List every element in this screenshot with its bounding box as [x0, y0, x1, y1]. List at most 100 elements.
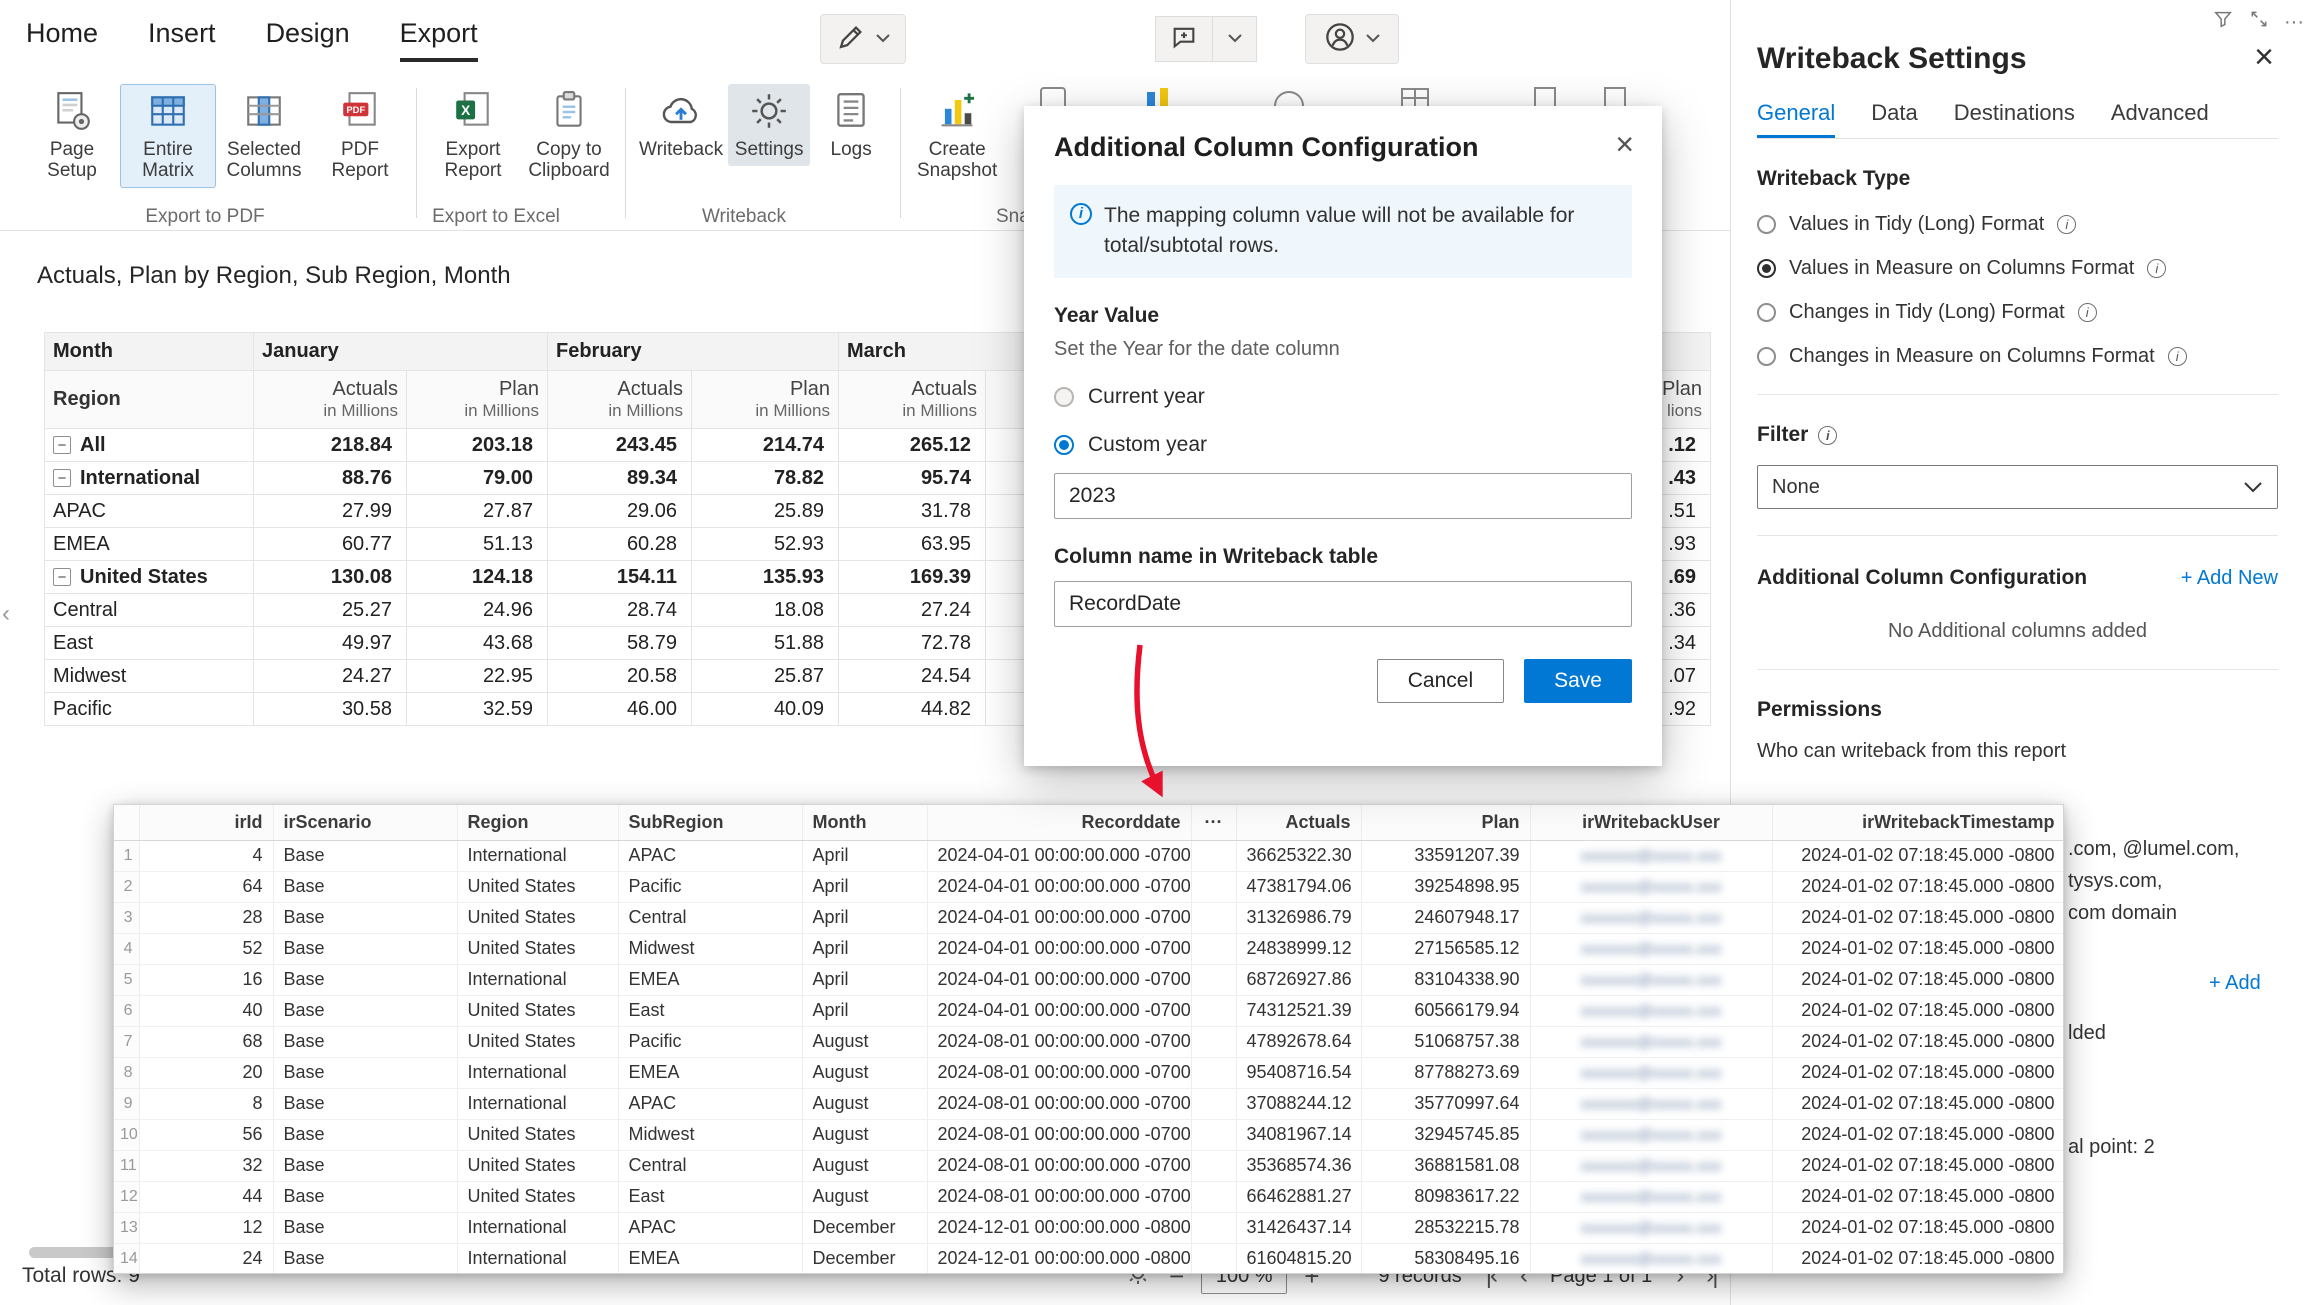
add-link-fragment[interactable]: + Add	[2209, 972, 2261, 995]
grid-column-header[interactable]: Plan	[1361, 805, 1530, 840]
matrix-cell[interactable]: 25.89	[692, 495, 839, 528]
matrix-cell[interactable]: 214.74	[692, 429, 839, 462]
tab-insert[interactable]: Insert	[148, 18, 216, 62]
matrix-cell[interactable]: 89.34	[548, 462, 692, 495]
matrix-cell[interactable]: 27.87	[407, 495, 548, 528]
writeback-type-option[interactable]: Changes in Tidy (Long) Formati	[1757, 301, 2278, 324]
matrix-cell[interactable]: 154.11	[548, 561, 692, 594]
matrix-cell[interactable]: 44.82	[839, 693, 986, 726]
tab-data[interactable]: Data	[1871, 100, 1917, 138]
measure-header-plan[interactable]: Planin Millions	[407, 371, 548, 429]
matrix-cell[interactable]: 28.74	[548, 594, 692, 627]
add-comment-button[interactable]	[1155, 16, 1213, 62]
tab-home[interactable]: Home	[26, 18, 98, 62]
column-header-january[interactable]: January	[254, 333, 548, 371]
radio-selected-icon[interactable]	[1757, 259, 1776, 278]
matrix-cell[interactable]: 22.95	[407, 660, 548, 693]
radio-selected-icon[interactable]	[1054, 435, 1074, 455]
export-report-button[interactable]: X Export Report	[425, 84, 521, 188]
matrix-cell[interactable]: 27.99	[254, 495, 407, 528]
tab-advanced[interactable]: Advanced	[2111, 100, 2209, 138]
measure-header-plan[interactable]: Planin Millions	[692, 371, 839, 429]
collapse-icon[interactable]: −	[53, 568, 71, 586]
matrix-cell[interactable]: 203.18	[407, 429, 548, 462]
grid-column-header[interactable]: Actuals	[1236, 805, 1361, 840]
matrix-cell[interactable]: 49.97	[254, 627, 407, 660]
column-name-input[interactable]: RecordDate	[1054, 581, 1632, 627]
tab-general[interactable]: General	[1757, 100, 1835, 138]
grid-column-header[interactable]: Region	[457, 805, 618, 840]
matrix-cell[interactable]: 43.68	[407, 627, 548, 660]
matrix-cell[interactable]: 51.13	[407, 528, 548, 561]
tab-export[interactable]: Export	[400, 18, 478, 62]
matrix-row-header[interactable]: −All	[45, 429, 254, 462]
matrix-cell[interactable]: 24.54	[839, 660, 986, 693]
matrix-cell[interactable]: 72.78	[839, 627, 986, 660]
matrix-cell[interactable]: 32.59	[407, 693, 548, 726]
grid-column-header[interactable]: ···	[1191, 805, 1236, 840]
matrix-cell[interactable]: 46.00	[548, 693, 692, 726]
grid-column-header[interactable]	[114, 805, 139, 840]
grid-column-header[interactable]: irWritebackUser	[1530, 805, 1772, 840]
current-year-option[interactable]: Current year	[1054, 385, 1632, 409]
writeback-button[interactable]: Writeback	[634, 84, 728, 166]
custom-year-option[interactable]: Custom year	[1054, 433, 1632, 457]
user-menu-button[interactable]	[1305, 14, 1399, 64]
matrix-cell[interactable]: 79.00	[407, 462, 548, 495]
matrix-cell[interactable]: 130.08	[254, 561, 407, 594]
grid-column-header[interactable]: Month	[802, 805, 927, 840]
writeback-type-option[interactable]: Changes in Measure on Columns Formati	[1757, 345, 2278, 368]
writeback-type-option[interactable]: Values in Tidy (Long) Formati	[1757, 213, 2278, 236]
page-setup-button[interactable]: Page Setup	[24, 84, 120, 188]
matrix-cell[interactable]: 265.12	[839, 429, 986, 462]
matrix-cell[interactable]: 243.45	[548, 429, 692, 462]
tab-destinations[interactable]: Destinations	[1954, 100, 2075, 138]
matrix-cell[interactable]: 52.93	[692, 528, 839, 561]
matrix-cell[interactable]: 124.18	[407, 561, 548, 594]
matrix-cell[interactable]: 63.95	[839, 528, 986, 561]
pdf-report-button[interactable]: PDF PDF Report	[312, 84, 408, 188]
matrix-cell[interactable]: 25.27	[254, 594, 407, 627]
edit-mode-button[interactable]	[820, 14, 906, 64]
region-header[interactable]: Region	[45, 371, 254, 429]
matrix-row-header[interactable]: EMEA	[45, 528, 254, 561]
writeback-type-option[interactable]: Values in Measure on Columns Formati	[1757, 257, 2278, 280]
matrix-cell[interactable]: 25.87	[692, 660, 839, 693]
create-snapshot-button[interactable]: Create Snapshot	[909, 84, 1005, 188]
custom-year-input[interactable]: 2023	[1054, 473, 1632, 519]
copy-to-clipboard-button[interactable]: Copy to Clipboard	[521, 84, 617, 188]
matrix-cell[interactable]: 29.06	[548, 495, 692, 528]
collapse-icon[interactable]: −	[53, 469, 71, 487]
measure-header-actuals[interactable]: Actualsin Millions	[839, 371, 986, 429]
matrix-cell[interactable]: 169.39	[839, 561, 986, 594]
radio-icon[interactable]	[1757, 215, 1776, 234]
matrix-cell[interactable]: 60.28	[548, 528, 692, 561]
matrix-row-header[interactable]: Midwest	[45, 660, 254, 693]
grid-column-header[interactable]: SubRegion	[618, 805, 802, 840]
filter-dropdown[interactable]: None	[1757, 465, 2278, 509]
matrix-row-header[interactable]: Central	[45, 594, 254, 627]
matrix-row-header[interactable]: Pacific	[45, 693, 254, 726]
matrix-cell[interactable]: 40.09	[692, 693, 839, 726]
matrix-row-header[interactable]: APAC	[45, 495, 254, 528]
tab-design[interactable]: Design	[266, 18, 350, 62]
grid-column-header[interactable]: irScenario	[273, 805, 457, 840]
matrix-cell[interactable]: 27.24	[839, 594, 986, 627]
measure-header-actuals[interactable]: Actualsin Millions	[254, 371, 407, 429]
entire-matrix-button[interactable]: Entire Matrix	[120, 84, 216, 188]
measure-header-actuals[interactable]: Actualsin Millions	[548, 371, 692, 429]
radio-icon[interactable]	[1757, 303, 1776, 322]
matrix-cell[interactable]: 88.76	[254, 462, 407, 495]
matrix-cell[interactable]: 95.74	[839, 462, 986, 495]
radio-icon[interactable]	[1054, 387, 1074, 407]
matrix-cell[interactable]: 20.58	[548, 660, 692, 693]
close-icon[interactable]: ×	[1615, 128, 1634, 160]
grid-column-header[interactable]: irId	[139, 805, 273, 840]
filter-icon[interactable]	[2212, 8, 2234, 36]
comment-dropdown-button[interactable]	[1213, 16, 1257, 62]
matrix-row-header[interactable]: East	[45, 627, 254, 660]
matrix-cell[interactable]: 30.58	[254, 693, 407, 726]
grid-column-header[interactable]: irWritebackTimestamp	[1772, 805, 2064, 840]
collapse-pane-icon[interactable]: ‹	[2, 600, 10, 628]
writeback-settings-button[interactable]: Settings	[728, 84, 810, 166]
